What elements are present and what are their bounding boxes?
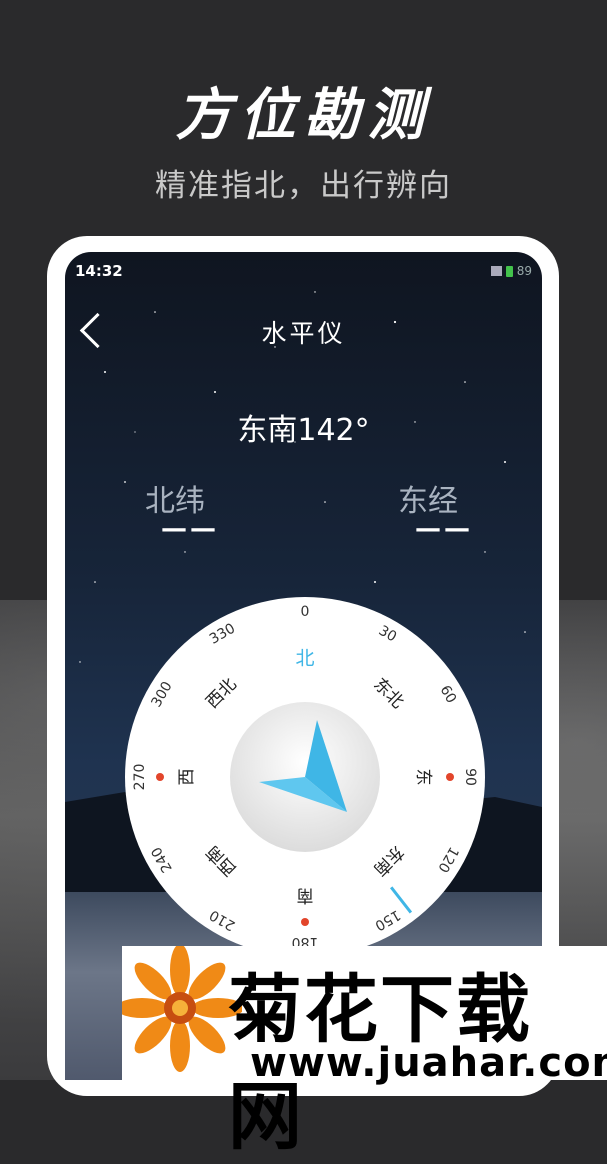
direction-label: 北 [295, 648, 314, 670]
promo-headline: 方位勘测 [175, 82, 432, 148]
cardinal-dot [156, 773, 164, 781]
direction-label: 南 [297, 885, 314, 905]
degree-label: 90 [462, 768, 478, 786]
cardinal-dot [446, 773, 454, 781]
direction-label: 西 [177, 769, 197, 786]
degree-label: 270 [132, 764, 148, 791]
flower-logo-icon [116, 944, 244, 1072]
cardinal-dot [301, 918, 309, 926]
promo-subhead: 精准指北，出行辨向 [155, 168, 452, 204]
degree-label: 0 [301, 604, 310, 620]
watermark-url: www.juahar.com [250, 1040, 607, 1086]
direction-label: 东 [413, 769, 433, 786]
